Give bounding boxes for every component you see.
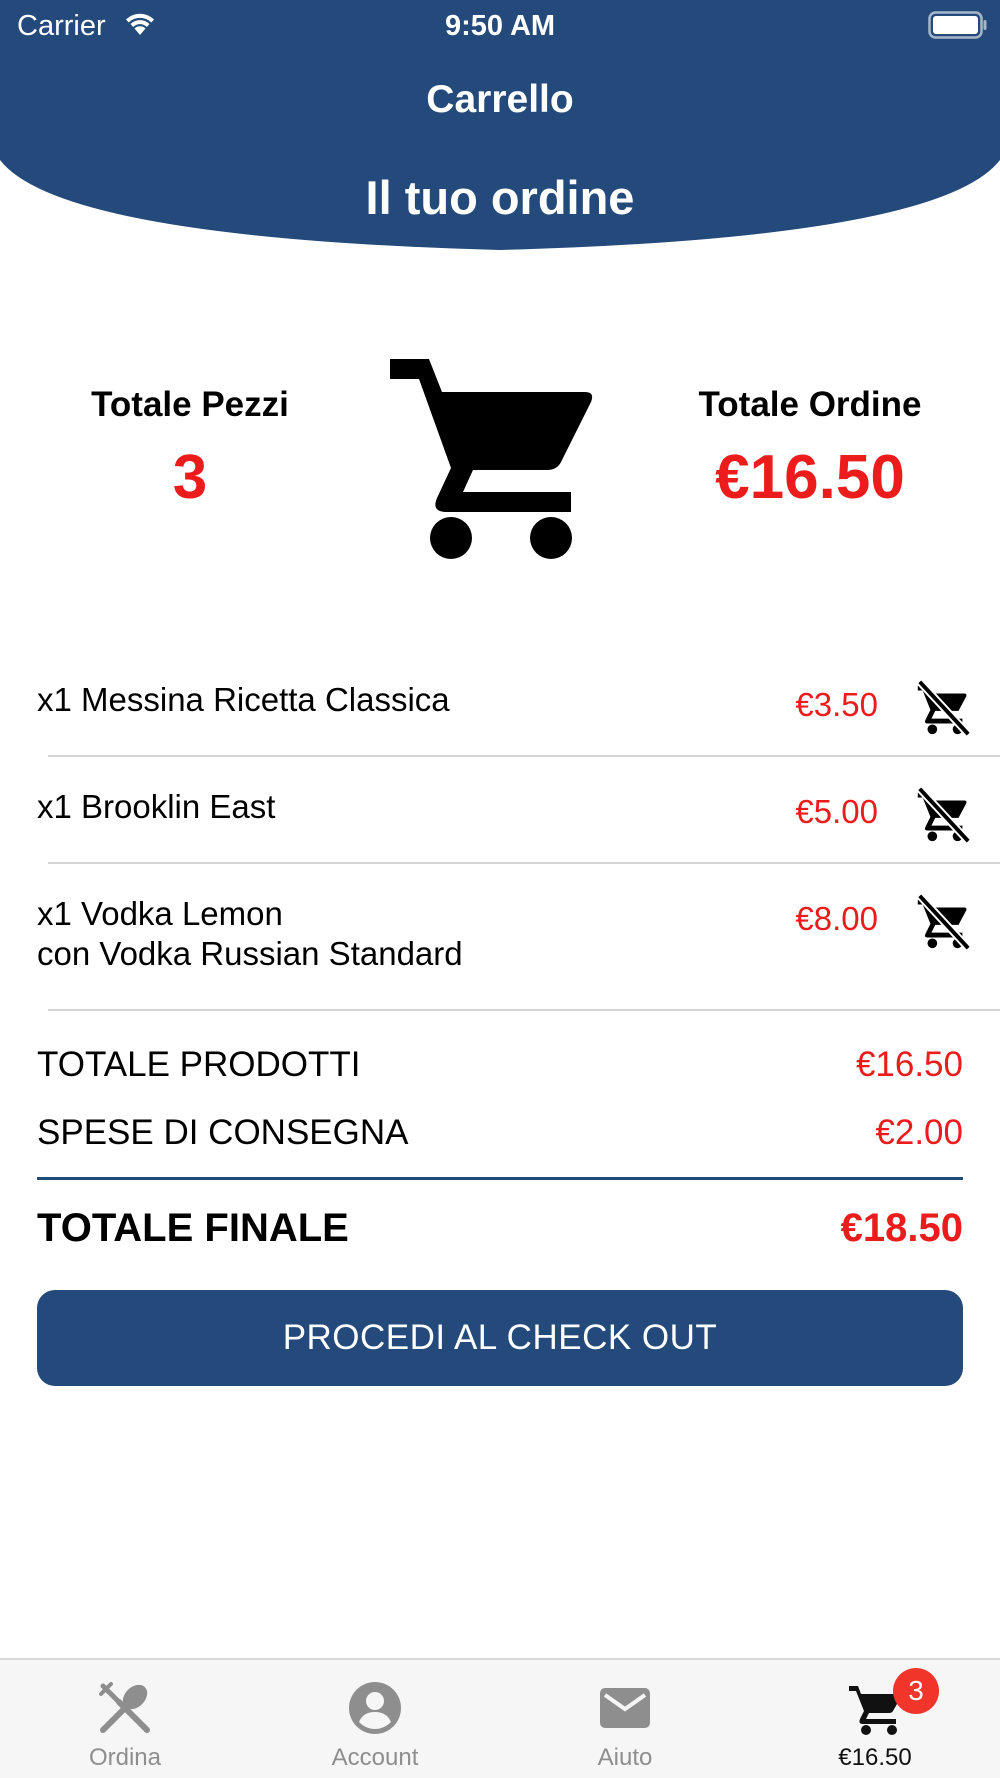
cart-item: x1 Brooklin East €5.00 [0, 779, 1000, 863]
account-icon [349, 1682, 401, 1734]
tab-ordina[interactable]: Ordina [0, 1660, 250, 1778]
item-price: €3.50 [795, 686, 878, 723]
remove-item-button[interactable] [912, 890, 974, 952]
item-name: x1 Vodka Lemon [37, 895, 283, 932]
row-divider [48, 1009, 1000, 1011]
final-total-label: TOTALE FINALE [37, 1206, 349, 1250]
cart-item: x1 Vodka Lemon con Vodka Russian Standar… [0, 886, 1000, 1006]
status-bar: Carrier 9:50 AM [0, 0, 1000, 50]
row-divider [48, 755, 1000, 757]
nav-title: Carrello [426, 78, 574, 121]
tab-label: Aiuto [597, 1744, 653, 1771]
remove-from-cart-icon [916, 786, 972, 844]
delivery-fee-value: €2.00 [875, 1113, 963, 1152]
tab-cart[interactable]: 3 €16.50 [750, 1660, 1000, 1778]
remove-item-button[interactable] [912, 676, 974, 738]
cart-item: x1 Messina Ricetta Classica €3.50 [0, 672, 1000, 756]
tab-aiuto[interactable]: Aiuto [500, 1660, 750, 1778]
clock: 9:50 AM [444, 10, 556, 42]
products-total-value: €16.50 [855, 1045, 963, 1084]
tab-label: €16.50 [838, 1744, 912, 1771]
remove-item-button[interactable] [912, 783, 974, 845]
products-total-label: TOTALE PRODOTTI [37, 1045, 361, 1084]
item-name: x1 Brooklin East [37, 788, 276, 825]
tab-account[interactable]: Account [250, 1660, 500, 1778]
total-order-label: Totale Ordine [698, 385, 922, 424]
item-name: x1 Messina Ricetta Classica [37, 681, 450, 718]
total-pieces-value: 3 [172, 443, 208, 512]
shopping-cart-icon [390, 359, 593, 559]
final-total-value: €18.50 [840, 1206, 963, 1250]
item-price: €5.00 [795, 793, 878, 830]
tab-bar: Ordina Account Aiuto 3 €16.50 [0, 1658, 1000, 1778]
battery-icon [928, 11, 987, 39]
totals-divider [37, 1177, 963, 1180]
item-detail: con Vodka Russian Standard [37, 935, 463, 972]
cart-count-badge: 3 [893, 1668, 939, 1714]
row-divider [48, 862, 1000, 864]
mail-icon [600, 1688, 650, 1728]
tab-label: Ordina [88, 1744, 162, 1771]
total-pieces-label: Totale Pezzi [91, 385, 289, 424]
item-price: €8.00 [795, 900, 878, 937]
checkout-button[interactable]: PROCEDI AL CHECK OUT [37, 1290, 963, 1386]
total-order-value: €16.50 [715, 443, 905, 512]
fork-knife-icon [99, 1682, 150, 1733]
tab-label: Account [331, 1744, 419, 1771]
delivery-fee-label: SPESE DI CONSEGNA [37, 1113, 409, 1152]
remove-from-cart-icon [916, 679, 972, 737]
page-title: Il tuo ordine [365, 171, 635, 224]
remove-from-cart-icon [916, 893, 972, 951]
